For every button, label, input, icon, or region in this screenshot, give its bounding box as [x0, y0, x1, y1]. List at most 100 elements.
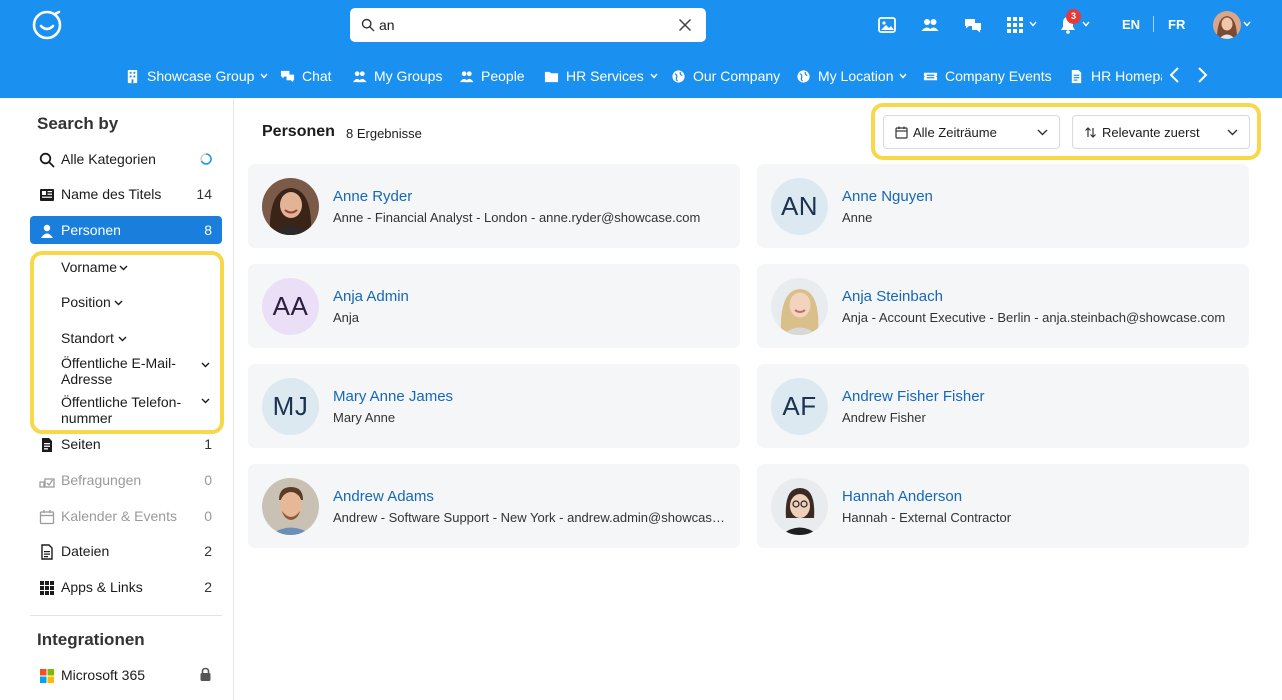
nav-label: My Groups: [374, 68, 443, 84]
category-count: 2: [204, 543, 212, 559]
nav-showcase-group[interactable]: Showcase Group: [125, 64, 268, 88]
highlight-filters: [30, 251, 224, 434]
lock-icon: [200, 667, 211, 681]
file-icon: [41, 544, 53, 560]
person-details: Anja - Account Executive - Berlin - anja…: [842, 310, 1226, 325]
search-icon: [39, 152, 55, 168]
category-persons[interactable]: Personen 8: [30, 216, 222, 244]
category-title-name[interactable]: Name des Titels 14: [30, 180, 222, 208]
category-count: 0: [204, 508, 212, 524]
person-card[interactable]: AN Anne Nguyen Anne: [757, 164, 1249, 248]
chat-icon[interactable]: [963, 15, 983, 35]
nav-chat[interactable]: Chat: [280, 64, 332, 88]
nav-hr-homepage[interactable]: HR Homepage: [1069, 64, 1162, 88]
person-avatar: [262, 478, 319, 535]
nav-hr-services[interactable]: HR Services: [544, 64, 658, 88]
microsoft-logo-icon: [40, 669, 54, 683]
search-icon: [361, 18, 375, 32]
person-avatar: [771, 478, 828, 535]
person-name[interactable]: Anne Ryder: [333, 188, 412, 205]
category-pages[interactable]: Seiten 1: [30, 430, 222, 458]
category-calendar-events[interactable]: Kalender & Events 0: [30, 502, 222, 530]
people-icon[interactable]: [920, 15, 940, 35]
nav-people[interactable]: People: [459, 64, 525, 88]
category-label: Kalender & Events: [61, 508, 177, 524]
person-card[interactable]: AA Anja Admin Anja: [248, 264, 740, 348]
loading-spinner-icon: [200, 153, 212, 165]
people-icon: [459, 70, 474, 82]
top-header: an 3 EN FR Showcase Group Chat My Groups…: [0, 0, 1282, 98]
ticket-icon: [923, 72, 938, 80]
person-card[interactable]: Anne Ryder Anne - Financial Analyst - Lo…: [248, 164, 740, 248]
category-all[interactable]: Alle Kategorien: [30, 145, 222, 173]
nav-label: Chat: [302, 68, 332, 84]
chevron-down-icon: [260, 73, 268, 79]
person-name[interactable]: Hannah Anderson: [842, 488, 962, 505]
person-avatar-initials: AN: [771, 178, 828, 235]
apps-grid-icon: [40, 581, 54, 595]
results-count: 8 Ergebnisse: [346, 126, 422, 141]
calendar-icon: [39, 510, 55, 525]
person-name[interactable]: Mary Anne James: [333, 388, 453, 405]
clear-search-icon[interactable]: [678, 18, 692, 32]
category-count: 2: [204, 579, 212, 595]
person-card[interactable]: AF Andrew Fisher Fisher Andrew Fisher: [757, 364, 1249, 448]
person-name[interactable]: Andrew Fisher Fisher: [842, 388, 985, 405]
nav-label: My Location: [818, 68, 894, 84]
survey-icon: [39, 478, 55, 488]
person-name[interactable]: Anja Admin: [333, 288, 409, 305]
chevron-down-icon[interactable]: [1243, 21, 1251, 27]
person-card[interactable]: Anja Steinbach Anja - Account Executive …: [757, 264, 1249, 348]
page-icon: [1071, 69, 1082, 83]
globe-icon: [672, 69, 685, 83]
person-name[interactable]: Anja Steinbach: [842, 288, 943, 305]
chevron-left-icon[interactable]: [1168, 66, 1182, 84]
chat-icon: [280, 70, 295, 82]
person-card[interactable]: MJ Mary Anne James Mary Anne: [248, 364, 740, 448]
person-avatar-initials: MJ: [262, 378, 319, 435]
search-box[interactable]: an: [350, 8, 706, 42]
person-card[interactable]: Andrew Adams Andrew - Software Support -…: [248, 464, 740, 548]
search-input[interactable]: an: [379, 17, 395, 33]
category-label: Apps & Links: [61, 579, 143, 595]
language-fr[interactable]: FR: [1168, 17, 1185, 32]
groups-icon: [352, 70, 367, 82]
apps-grid-icon[interactable]: [1005, 15, 1025, 35]
person-name[interactable]: Andrew Adams: [333, 488, 434, 505]
chevron-down-icon[interactable]: [1029, 21, 1037, 27]
divider: [1153, 16, 1154, 32]
search-by-heading: Search by: [37, 114, 119, 133]
category-label: Alle Kategorien: [61, 151, 156, 167]
app-logo-icon[interactable]: [31, 9, 63, 41]
chevron-down-icon[interactable]: [1082, 21, 1090, 27]
person-avatar: [262, 178, 319, 235]
nav-my-location[interactable]: My Location: [796, 64, 908, 88]
category-label: Befragungen: [61, 472, 142, 488]
person-details: Hannah - External Contractor: [842, 510, 1012, 525]
user-avatar[interactable]: [1213, 11, 1241, 39]
category-count: 14: [196, 186, 212, 202]
person-details: Andrew - Software Support - New York - a…: [333, 510, 729, 525]
category-files[interactable]: Dateien 2: [30, 537, 222, 565]
category-apps-links[interactable]: Apps & Links 2: [30, 573, 222, 601]
globe-icon: [797, 69, 810, 83]
integration-microsoft-365[interactable]: Microsoft 365: [30, 661, 222, 689]
person-card[interactable]: Hannah Anderson Hannah - External Contra…: [757, 464, 1249, 548]
nav-label: Company Events: [945, 68, 1052, 84]
nav-our-company[interactable]: Our Company: [671, 64, 780, 88]
nav-my-groups[interactable]: My Groups: [352, 64, 442, 88]
person-details: Mary Anne: [333, 410, 396, 425]
language-en[interactable]: EN: [1122, 17, 1140, 32]
main-navigation: Showcase Group Chat My Groups People HR …: [110, 60, 1162, 92]
document-icon: [42, 438, 52, 452]
nav-label: HR Services: [566, 68, 644, 84]
nav-label: Showcase Group: [147, 68, 255, 84]
category-label: Dateien: [61, 543, 110, 559]
media-icon[interactable]: [877, 15, 897, 35]
nav-company-events[interactable]: Company Events: [923, 64, 1052, 88]
person-avatar-initials: AF: [771, 378, 828, 435]
chevron-right-icon[interactable]: [1195, 66, 1209, 84]
category-count: 0: [204, 472, 212, 488]
category-surveys[interactable]: Befragungen 0: [30, 466, 222, 494]
person-name[interactable]: Anne Nguyen: [842, 188, 933, 205]
